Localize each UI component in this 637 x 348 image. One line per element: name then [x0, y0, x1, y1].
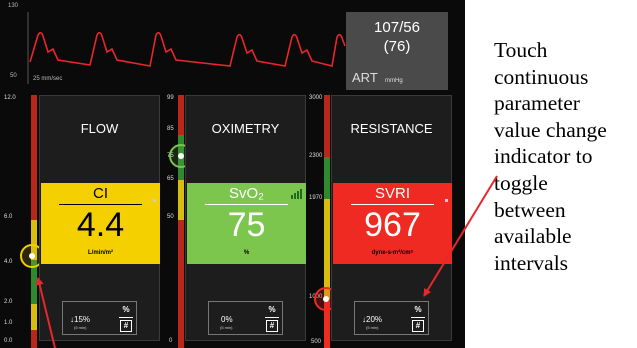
callout-arrow — [35, 277, 56, 348]
callout-arrow — [423, 175, 498, 297]
callout-arrows — [35, 175, 498, 348]
